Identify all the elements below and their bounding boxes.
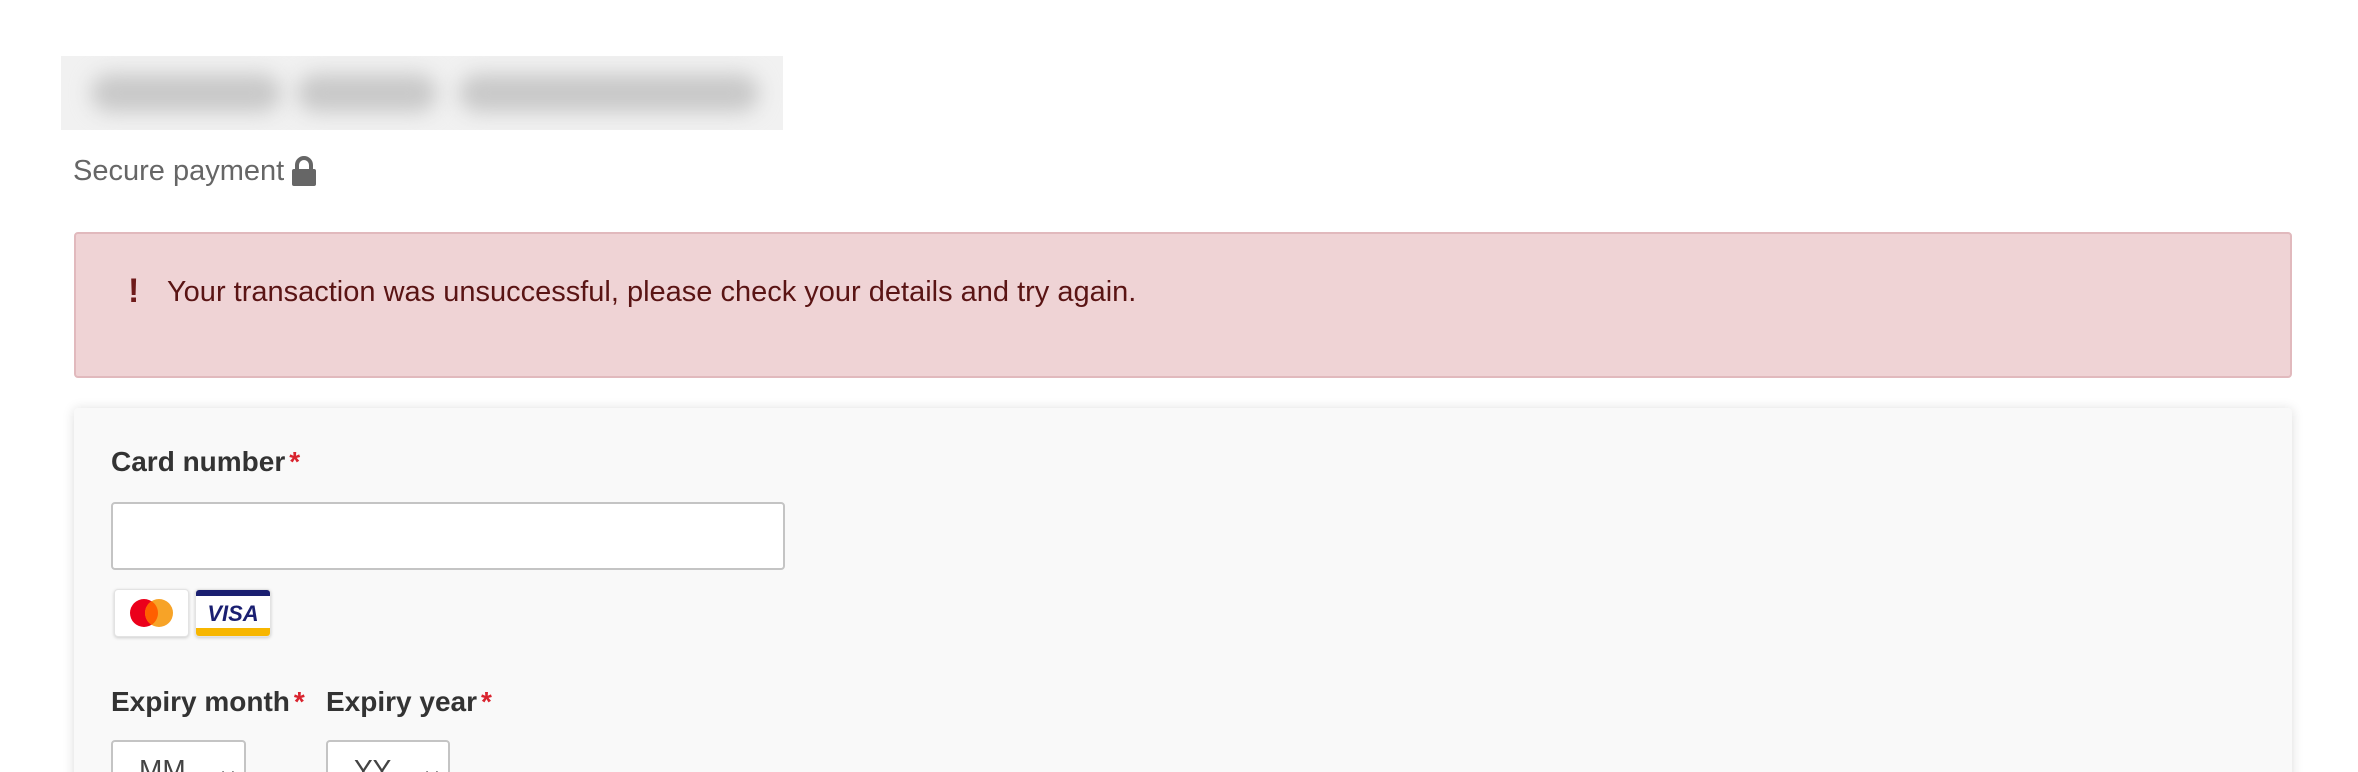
card-number-label: Card number * bbox=[111, 446, 300, 478]
expiry-month-label-text: Expiry month bbox=[111, 686, 290, 717]
expiry-year-value: YY bbox=[354, 754, 392, 772]
card-number-input[interactable] bbox=[111, 502, 785, 570]
mastercard-logo bbox=[114, 589, 189, 637]
lock-icon bbox=[290, 156, 318, 186]
error-alert: ! Your transaction was unsuccessful, ple… bbox=[74, 232, 2292, 378]
expiry-year-label-text: Expiry year bbox=[326, 686, 477, 717]
secure-payment-indicator: Secure payment bbox=[73, 150, 318, 192]
expiry-month-select[interactable]: MM bbox=[111, 740, 246, 772]
expiry-month-label: Expiry month * bbox=[111, 686, 305, 718]
card-details-panel: Card number * VISA Expiry month * Expiry y… bbox=[74, 408, 2292, 772]
card-number-label-text: Card number bbox=[111, 446, 286, 477]
visa-logo: VISA bbox=[195, 589, 271, 637]
required-marker: * bbox=[289, 446, 301, 477]
expiry-year-select[interactable]: YY bbox=[326, 740, 450, 772]
required-marker: * bbox=[293, 686, 305, 717]
blurred-merchant-logo bbox=[61, 56, 783, 130]
required-marker: * bbox=[481, 686, 492, 717]
expiry-month-value: MM bbox=[139, 754, 186, 772]
expiry-year-label: Expiry year * bbox=[326, 686, 492, 718]
error-message: Your transaction was unsuccessful, pleas… bbox=[167, 276, 1137, 308]
secure-payment-label: Secure payment bbox=[73, 154, 285, 187]
chevron-down-icon bbox=[422, 760, 442, 772]
visa-logo-text: VISA bbox=[207, 601, 258, 626]
chevron-down-icon bbox=[218, 760, 238, 772]
payment-page: Secure payment ! Your transaction was un… bbox=[0, 0, 2358, 772]
exclamation-icon: ! bbox=[128, 272, 140, 310]
